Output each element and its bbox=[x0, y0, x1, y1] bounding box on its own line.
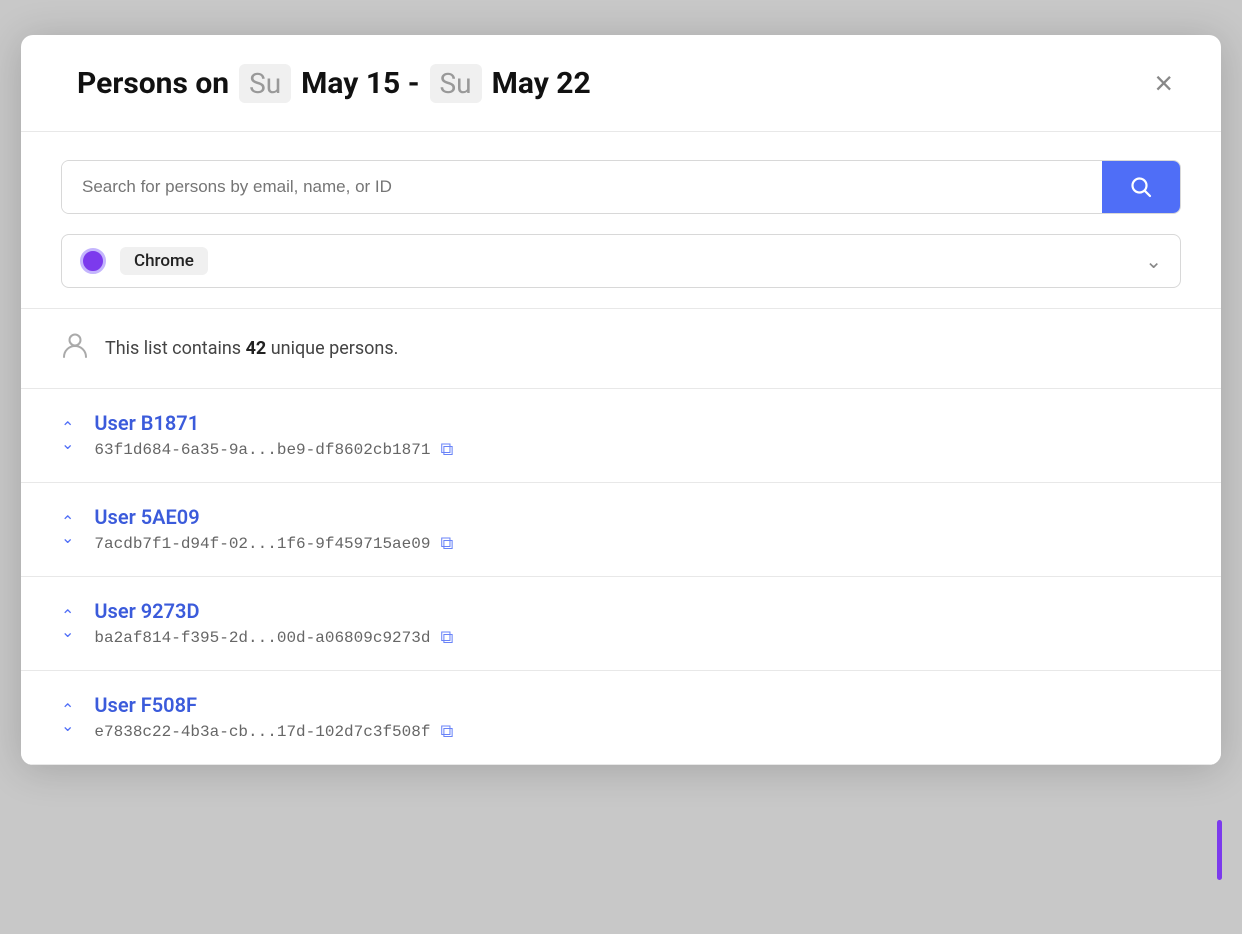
summary-section: This list contains 42 unique persons. bbox=[21, 309, 1221, 389]
modal-header: Persons on Su May 15 - Su May 22 × bbox=[21, 35, 1221, 132]
filter-dot bbox=[80, 248, 106, 274]
title-prefix: Persons on bbox=[77, 66, 229, 101]
user-id: ba2af814-f395-2d...00d-a06809c9273d bbox=[94, 629, 430, 647]
copy-icon[interactable]: ⧉ bbox=[440, 439, 453, 460]
summary-count: 42 bbox=[246, 338, 267, 359]
user-info-3: User 9273D ba2af814-f395-2d...00d-a06809… bbox=[94, 599, 1181, 648]
table-row: ⌃ ⌄ User 9273D ba2af814-f395-2d...00d-a0… bbox=[21, 577, 1221, 671]
search-row bbox=[61, 160, 1181, 214]
user-id-row: e7838c22-4b3a-cb...17d-102d7c3f508f ⧉ bbox=[94, 721, 1181, 742]
table-row: ⌃ ⌄ User 5AE09 7acdb7f1-d94f-02...1f6-9f… bbox=[21, 483, 1221, 577]
table-row: ⌃ ⌄ User B1871 63f1d684-6a35-9a...be9-df… bbox=[21, 389, 1221, 483]
modal-overlay: Persons on Su May 15 - Su May 22 × bbox=[20, 20, 1222, 914]
user-name[interactable]: User 5AE09 bbox=[94, 505, 1181, 529]
user-name[interactable]: User 9273D bbox=[94, 599, 1181, 623]
user-info-2: User 5AE09 7acdb7f1-d94f-02...1f6-9f4597… bbox=[94, 505, 1181, 554]
user-name[interactable]: User F508F bbox=[94, 693, 1181, 717]
expand-controls-3[interactable]: ⌃ ⌄ bbox=[61, 608, 74, 640]
copy-icon[interactable]: ⧉ bbox=[440, 721, 453, 742]
chevron-down-icon: ⌄ bbox=[61, 624, 74, 640]
search-icon bbox=[1130, 176, 1152, 198]
filter-row[interactable]: Chrome ⌄ bbox=[61, 234, 1181, 288]
chevron-down-icon: ⌄ bbox=[61, 718, 74, 734]
copy-icon[interactable]: ⧉ bbox=[440, 533, 453, 554]
chevron-down-icon: ⌄ bbox=[61, 436, 74, 452]
user-id: e7838c22-4b3a-cb...17d-102d7c3f508f bbox=[94, 723, 430, 741]
user-info-4: User F508F e7838c22-4b3a-cb...17d-102d7c… bbox=[94, 693, 1181, 742]
user-id: 7acdb7f1-d94f-02...1f6-9f459715ae09 bbox=[94, 535, 430, 553]
filter-label: Chrome bbox=[120, 247, 208, 275]
user-id-row: 63f1d684-6a35-9a...be9-df8602cb1871 ⧉ bbox=[94, 439, 1181, 460]
user-name[interactable]: User B1871 bbox=[94, 411, 1181, 435]
date-start-badge: Su bbox=[239, 64, 291, 103]
date-start: May 15 - bbox=[301, 66, 419, 101]
date-end: May 22 bbox=[492, 66, 591, 101]
user-list: ⌃ ⌄ User B1871 63f1d684-6a35-9a...be9-df… bbox=[21, 389, 1221, 765]
user-id-row: ba2af814-f395-2d...00d-a06809c9273d ⧉ bbox=[94, 627, 1181, 648]
search-section: Chrome ⌄ bbox=[21, 132, 1221, 309]
date-end-badge: Su bbox=[430, 64, 482, 103]
expand-controls-2[interactable]: ⌃ ⌄ bbox=[61, 514, 74, 546]
user-id-row: 7acdb7f1-d94f-02...1f6-9f459715ae09 ⧉ bbox=[94, 533, 1181, 554]
close-button[interactable]: × bbox=[1146, 63, 1181, 103]
table-row: ⌃ ⌄ User F508F e7838c22-4b3a-cb...17d-10… bbox=[21, 671, 1221, 765]
person-icon bbox=[61, 331, 89, 366]
chevron-down-icon: ⌄ bbox=[61, 530, 74, 546]
search-input[interactable] bbox=[62, 161, 1102, 213]
scrollbar-accent bbox=[1217, 820, 1222, 880]
user-id: 63f1d684-6a35-9a...be9-df8602cb1871 bbox=[94, 441, 430, 459]
copy-icon[interactable]: ⧉ bbox=[440, 627, 453, 648]
modal-title: Persons on Su May 15 - Su May 22 bbox=[77, 64, 591, 103]
expand-controls-4[interactable]: ⌃ ⌄ bbox=[61, 702, 74, 734]
persons-modal: Persons on Su May 15 - Su May 22 × bbox=[21, 35, 1221, 765]
expand-controls-1[interactable]: ⌃ ⌄ bbox=[61, 420, 74, 452]
search-button[interactable] bbox=[1102, 161, 1180, 213]
user-info-1: User B1871 63f1d684-6a35-9a...be9-df8602… bbox=[94, 411, 1181, 460]
summary-text: This list contains 42 unique persons. bbox=[105, 338, 398, 359]
chevron-down-icon: ⌄ bbox=[1145, 249, 1162, 273]
